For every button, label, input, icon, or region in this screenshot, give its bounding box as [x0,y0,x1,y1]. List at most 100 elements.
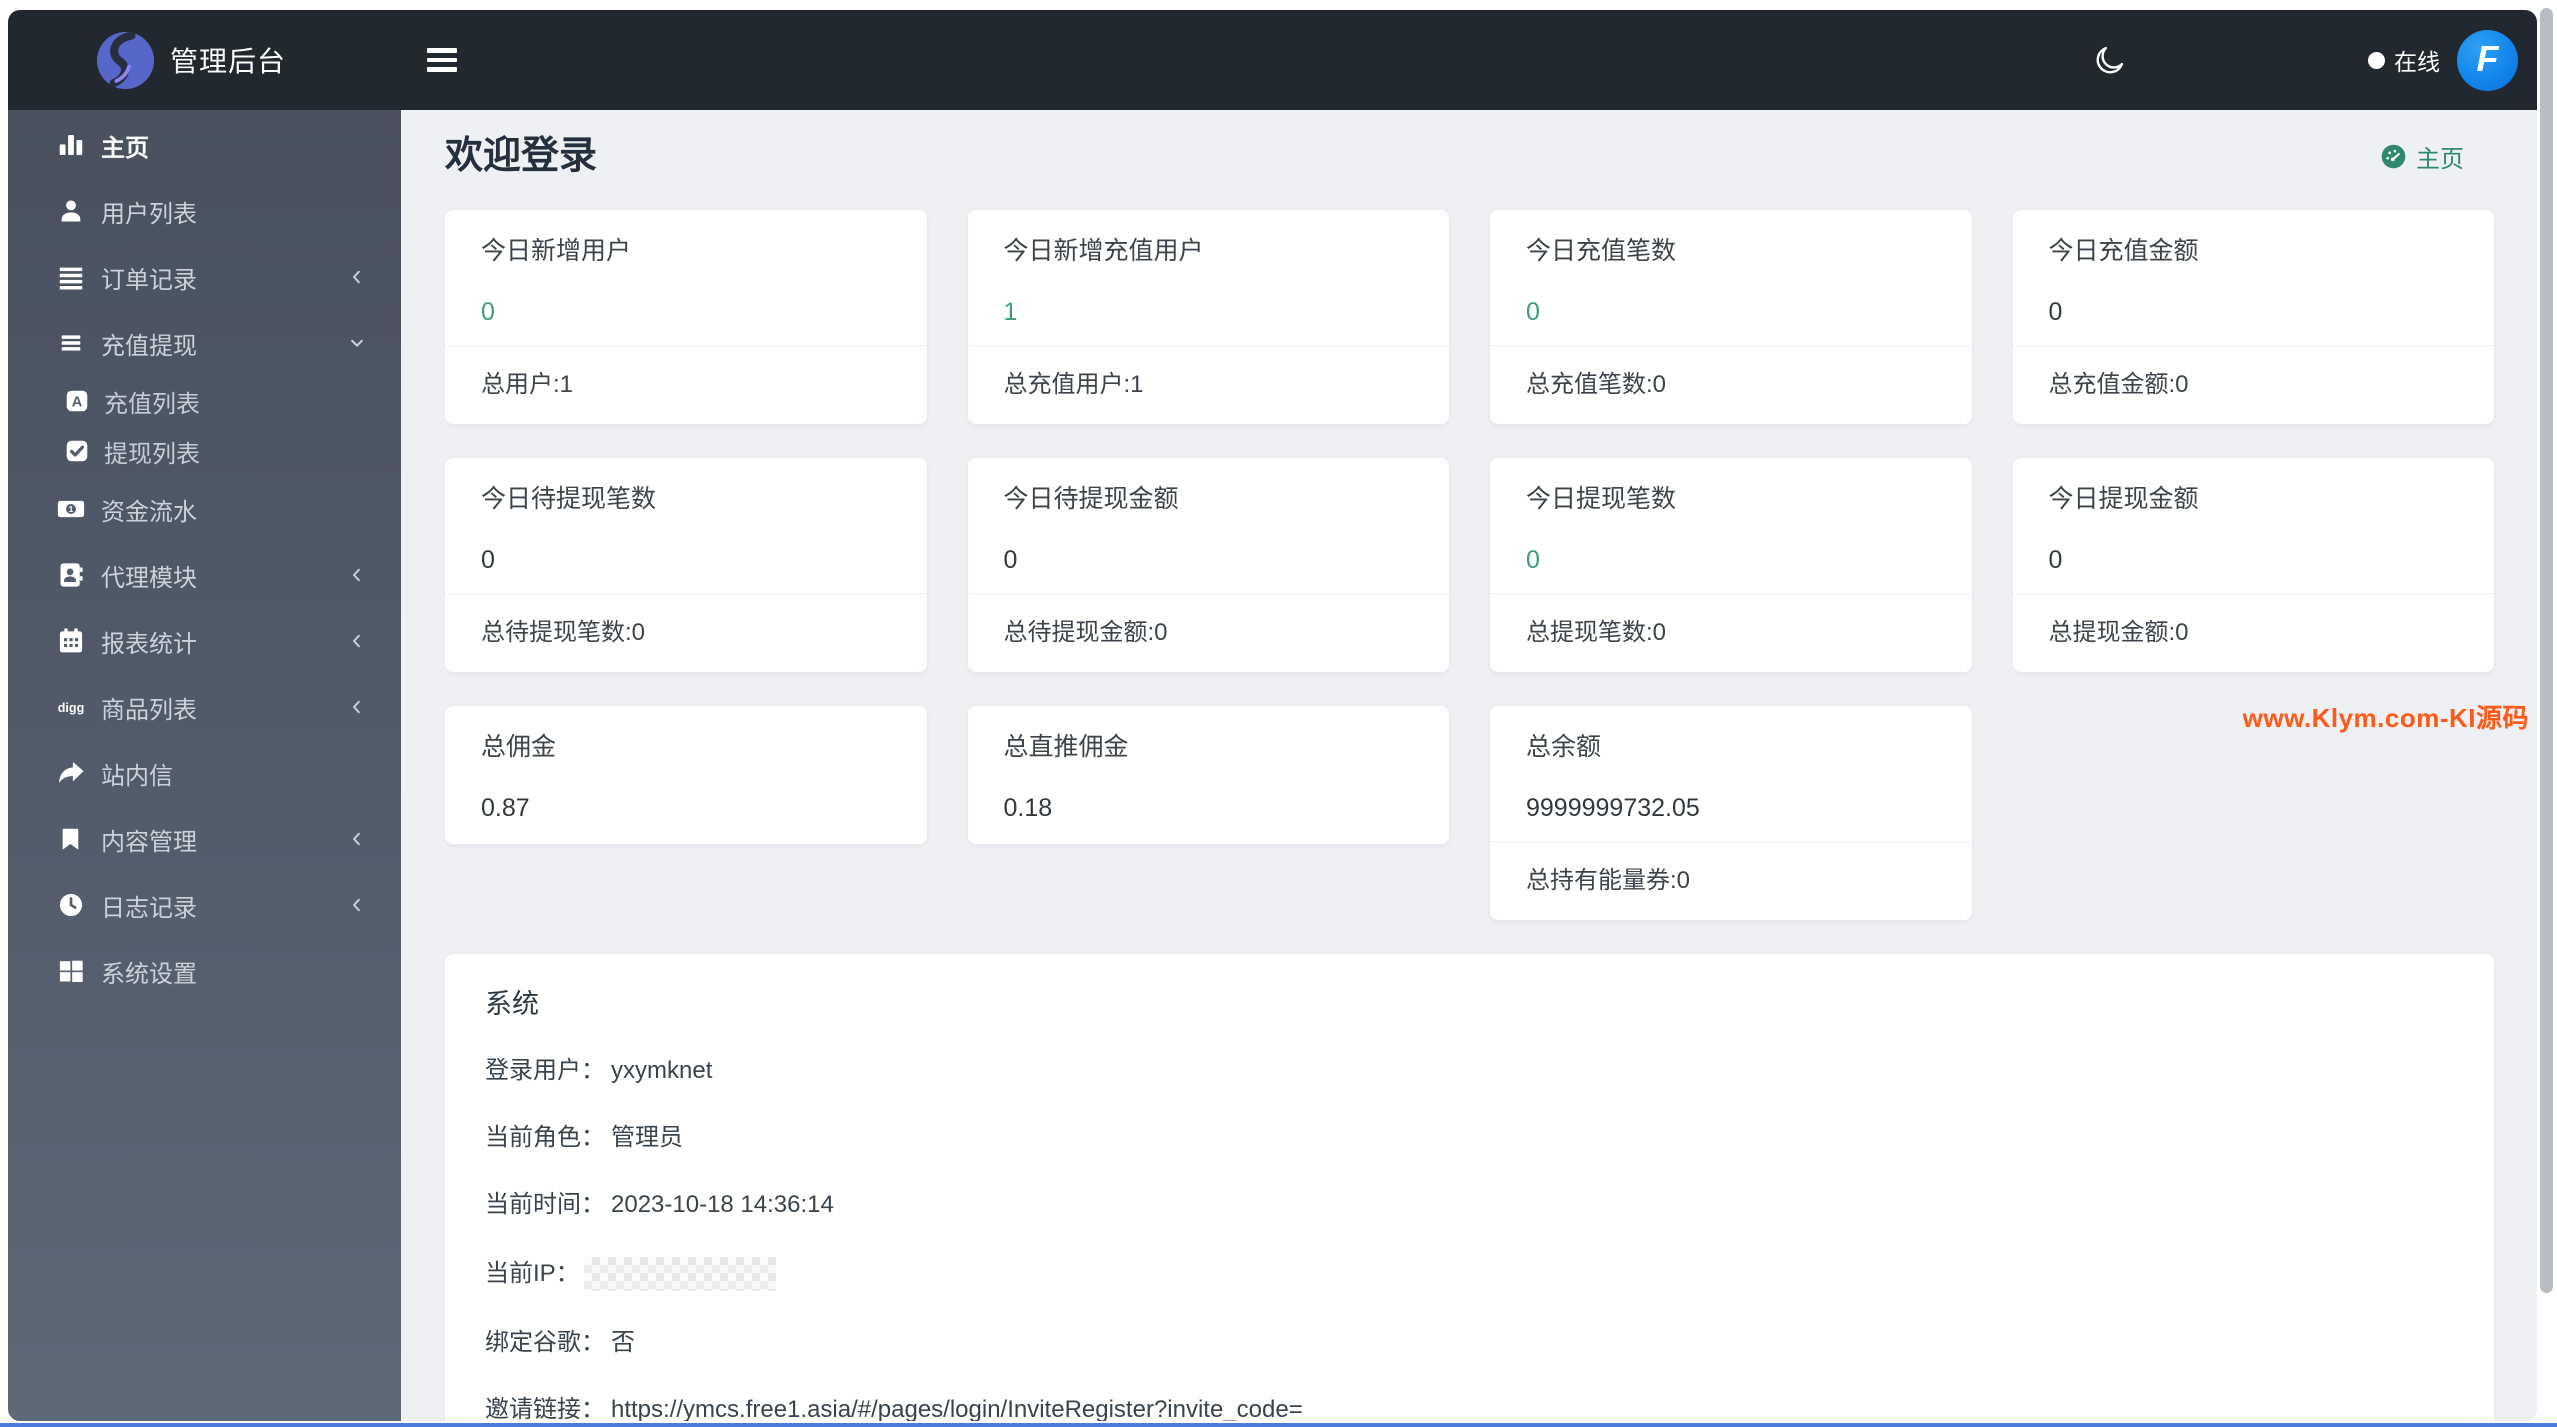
sidebar-item-site-message[interactable]: 站内信 [8,740,401,806]
windows-icon [55,955,87,987]
stat-card-new-users: 今日新增用户 0 总用户:1 [445,210,927,424]
stat-card-title: 总直推佣金 [1003,733,1129,761]
system-row-google-bound: 绑定谷歌： 否 [485,1328,2454,1358]
breadcrumb[interactable]: 主页 [2380,139,2464,174]
user-icon [55,195,87,227]
system-panel: 系统 登录用户： yxymknet 当前角色： 管理员 当前时间： 2023-1… [445,954,2494,1421]
sidebar-toggle-button[interactable] [427,43,465,77]
brand-logo-icon [97,31,154,89]
stat-card-pending-withdraw-count: 今日待提现笔数 0 总待提现笔数:0 [445,458,927,672]
system-row-label: 绑定谷歌： [485,1329,605,1356]
calendar-icon [55,625,87,657]
sidebar-item-fund-flow[interactable]: 1 资金流水 [8,476,401,542]
stat-card-footer: 总待提现金额:0 [967,593,1449,672]
system-row-label: 邀请链接： [485,1396,605,1421]
main-content: 欢迎登录 主页 今日新增用户 0 总用户:1 今日新增充值用户 1 总充值用户:… [401,110,2537,1421]
stat-card-title: 总佣金 [481,733,557,761]
list-icon [55,261,87,293]
system-row-label: 登录用户： [485,1057,605,1084]
stat-cards-row-1: 今日新增用户 0 总用户:1 今日新增充值用户 1 总充值用户:1 今日充值笔数… [445,210,2494,424]
dashboard-icon [2380,143,2407,170]
stat-card-total-balance: 总余额 9999999732.05 总持有能量券:0 [1490,706,1972,920]
page-title: 欢迎登录 [445,135,598,177]
stat-card-title: 今日充值笔数 [1526,237,1677,265]
stat-card-value: 0 [2048,546,2063,574]
sidebar-item-log-records[interactable]: 日志记录 [8,872,401,938]
stat-card-direct-commission: 总直推佣金 0.18 [967,706,1449,844]
system-row-current-role: 当前角色： 管理员 [485,1123,2454,1153]
chevron-left-icon [347,267,367,287]
chevron-left-icon [347,697,367,717]
system-panel-title: 系统 [485,989,539,1019]
svg-text:digg: digg [58,701,85,715]
online-status: 在线 [2368,43,2440,77]
lines-icon [55,327,87,359]
topbar: 管理后台 在线 F [8,10,2537,110]
sidebar-item-orders[interactable]: 订单记录 [8,244,401,310]
sidebar-item-product-list[interactable]: digg 商品列表 [8,674,401,740]
avatar-letter: F [2476,38,2499,79]
stat-card-title: 今日充值金额 [2048,237,2199,265]
sidebar-item-report-stats[interactable]: 报表统计 [8,608,401,674]
dark-mode-toggle-button[interactable] [2090,40,2130,80]
user-avatar[interactable]: F [2457,29,2518,91]
stat-card-value: 0.87 [481,794,530,822]
chevron-left-icon [347,895,367,915]
check-square-icon [63,438,90,465]
sidebar-item-recharge-list[interactable]: A 充值列表 [8,376,401,426]
stat-card-withdraw-count: 今日提现笔数 0 总提现笔数:0 [1490,458,1972,672]
system-row-current-ip: 当前IP： [485,1257,2454,1291]
stat-card-value: 0 [2048,298,2063,326]
money-bill-icon: 1 [55,493,87,525]
digg-icon: digg [55,691,87,723]
system-row-value: https://ymcs.free1.asia/#/pages/login/In… [611,1396,1303,1421]
scrollbar[interactable] [2540,8,2553,1293]
system-row-label: 当前时间： [485,1191,605,1218]
sidebar-item-recharge-withdraw[interactable]: 充值提现 [8,310,401,376]
stat-card-title: 今日新增充值用户 [1003,237,1204,265]
app-title: 管理后台 [170,46,287,77]
chevron-left-icon [347,565,367,585]
system-row-label: 当前IP： [485,1260,580,1287]
stat-card-title: 今日待提现金额 [1003,485,1179,513]
stat-card-title: 今日提现笔数 [1526,485,1677,513]
sidebar-item-label: 主页 [101,134,149,162]
sidebar-item-label: 订单记录 [101,266,197,294]
system-row-label: 当前角色： [485,1124,605,1151]
admin-app-window: 管理后台 在线 F 主页 用户列表 订单记录 充值提现 A 充值列表 提现列表 … [8,10,2537,1421]
system-row-value: 2023-10-18 14:36:14 [611,1191,834,1218]
brand: 管理后台 [8,10,401,110]
system-row-value: 管理员 [611,1124,683,1151]
sidebar-item-label: 充值提现 [101,332,197,360]
stat-card-title: 总余额 [1526,733,1602,761]
system-row-value: yxymknet [611,1057,713,1084]
breadcrumb-label: 主页 [2416,145,2464,173]
sidebar-item-system-settings[interactable]: 系统设置 [8,938,401,1004]
stat-card-title: 今日提现金额 [2048,485,2199,513]
svg-text:A: A [71,394,82,410]
sidebar-item-label: 系统设置 [101,960,197,988]
stat-card-value: 0 [1526,298,1540,326]
stat-card-value: 9999999732.05 [1526,794,1700,822]
bookmark-icon [55,823,87,855]
stat-card-withdraw-amount: 今日提现金额 0 总提现金额:0 [2012,458,2494,672]
svg-text:1: 1 [69,505,74,514]
sidebar-item-home[interactable]: 主页 [8,112,401,178]
stat-card-footer: 总充值金额:0 [2012,345,2494,424]
stat-card-recharge-amount: 今日充值金额 0 总充值金额:0 [2012,210,2494,424]
stat-card-footer: 总提现金额:0 [2012,593,2494,672]
sidebar-item-withdraw-list[interactable]: 提现列表 [8,426,401,476]
stat-card-value: 1 [1003,298,1018,326]
stat-card-footer: 总提现笔数:0 [1490,593,1972,672]
window-bottom-edge [0,1423,2557,1427]
stat-card-value: 0 [481,298,495,326]
stat-card-pending-withdraw-amount: 今日待提现金额 0 总待提现金额:0 [967,458,1449,672]
chart-bar-icon [55,129,87,161]
sidebar-item-agent-module[interactable]: 代理模块 [8,542,401,608]
stat-cards-row-2: 今日待提现笔数 0 总待提现笔数:0 今日待提现金额 0 总待提现金额:0 今日… [445,458,2494,672]
sidebar-item-content-management[interactable]: 内容管理 [8,806,401,872]
sidebar-item-label: 提现列表 [104,440,200,468]
stat-card-value: 0 [481,546,495,574]
sidebar-item-users[interactable]: 用户列表 [8,178,401,244]
stat-card-recharge-count: 今日充值笔数 0 总充值笔数:0 [1490,210,1972,424]
